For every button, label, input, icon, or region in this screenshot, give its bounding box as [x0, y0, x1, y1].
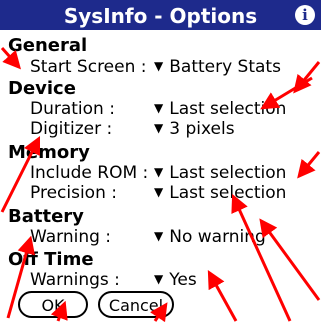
popup-trigger-warnings[interactable]: ▼ Yes: [154, 270, 197, 290]
label-warning: Warning :: [30, 227, 112, 247]
label-warnings: Warnings :: [30, 270, 120, 290]
label-duration: Duration :: [30, 99, 115, 119]
cancel-button[interactable]: Cancel: [98, 291, 174, 318]
triangle-down-icon: ▼: [154, 272, 164, 286]
triangle-down-icon: ▼: [154, 101, 164, 115]
triangle-down-icon: ▼: [154, 229, 164, 243]
popup-trigger-start-screen[interactable]: ▼ Battery Stats: [154, 57, 281, 77]
popup-trigger-warning[interactable]: ▼ No warning: [154, 227, 266, 247]
popup-trigger-include-rom[interactable]: ▼ Last selection: [154, 163, 286, 183]
label-precision: Precision :: [30, 183, 117, 203]
ok-button[interactable]: OK: [18, 291, 88, 318]
label-start-screen: Start Screen :: [30, 57, 147, 77]
triangle-down-icon: ▼: [154, 121, 164, 135]
triangle-down-icon: ▼: [154, 185, 164, 199]
label-digitizer: Digitizer :: [30, 119, 113, 139]
annotation-arrow: [231, 193, 292, 322]
triangle-down-icon: ▼: [154, 165, 164, 179]
popup-trigger-digitizer[interactable]: ▼ 3 pixels: [154, 119, 235, 139]
title-bar: SysInfo - Options i: [0, 0, 321, 30]
section-header-off-time: Off Time: [8, 249, 94, 270]
annotation-arrow: [293, 61, 321, 94]
info-icon[interactable]: i: [295, 5, 315, 25]
section-header-device: Device: [8, 78, 76, 99]
section-header-battery: Battery: [8, 206, 84, 227]
annotation-arrow: [207, 270, 238, 322]
annotation-arrow: [297, 151, 321, 179]
popup-trigger-precision[interactable]: ▼ Last selection: [154, 183, 286, 203]
annotation-arrow: [259, 218, 321, 301]
section-header-memory: Memory: [8, 142, 90, 163]
triangle-down-icon: ▼: [154, 59, 164, 73]
page-title: SysInfo - Options: [63, 4, 258, 28]
label-include-rom: Include ROM :: [30, 163, 149, 183]
popup-trigger-duration[interactable]: ▼ Last selection: [154, 99, 286, 119]
section-header-general: General: [8, 35, 88, 56]
